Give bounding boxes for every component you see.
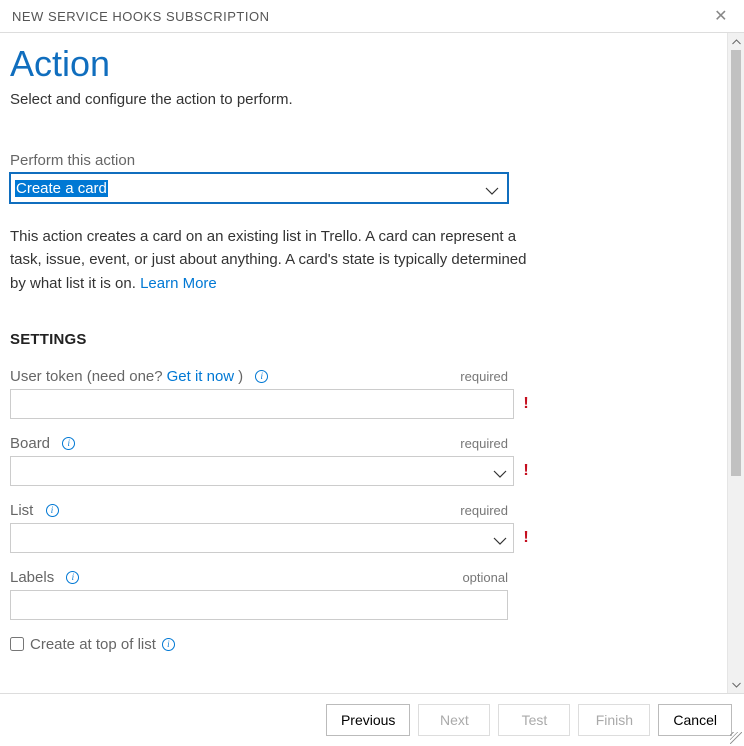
cancel-button[interactable]: Cancel [658,704,732,736]
labels-label: Labels [10,569,54,586]
page-title: Action [10,43,717,85]
action-label: Perform this action [10,152,135,169]
finish-button[interactable]: Finish [578,704,650,736]
chevron-down-icon [493,533,507,543]
info-icon[interactable]: i [66,571,79,584]
board-label: Board [10,435,50,452]
error-icon: ! [520,395,532,413]
user-token-label-pre: User token (need one? [10,368,163,385]
list-select[interactable] [10,523,514,553]
labels-input[interactable] [10,590,508,620]
dialog-footer: Previous Next Test Finish Cancel [0,693,744,746]
user-token-label-post: ) [238,368,243,385]
scroll-down-icon[interactable] [728,676,744,693]
get-token-link[interactable]: Get it now [167,368,235,385]
error-icon: ! [520,529,532,547]
scroll-up-icon[interactable] [728,33,744,50]
optional-badge: optional [462,570,508,585]
settings-header: SETTINGS [10,331,717,348]
learn-more-link[interactable]: Learn More [140,275,217,292]
action-select-value: Create a card [15,180,108,197]
user-token-input[interactable] [10,389,514,419]
chevron-down-icon [485,183,499,193]
scroll-thumb[interactable] [731,50,741,476]
scroll-track[interactable] [728,50,744,676]
board-select[interactable] [10,456,514,486]
info-icon[interactable]: i [255,370,268,383]
required-badge: required [460,503,508,518]
dialog-header: NEW SERVICE HOOKS SUBSCRIPTION ✕ [0,0,744,33]
close-icon[interactable]: ✕ [710,6,732,26]
dialog-title: NEW SERVICE HOOKS SUBSCRIPTION [12,9,269,24]
next-button[interactable]: Next [418,704,490,736]
page-subtitle: Select and configure the action to perfo… [10,91,717,108]
error-icon: ! [520,462,532,480]
info-icon[interactable]: i [62,437,75,450]
previous-button[interactable]: Previous [326,704,410,736]
dialog-content: Action Select and configure the action t… [0,33,727,693]
create-top-label: Create at top of list [30,636,156,653]
action-description: This action creates a card on an existin… [10,225,530,295]
info-icon[interactable]: i [162,638,175,651]
scrollbar[interactable] [727,33,744,693]
test-button[interactable]: Test [498,704,570,736]
required-badge: required [460,369,508,384]
chevron-down-icon [493,466,507,476]
info-icon[interactable]: i [46,504,59,517]
create-top-checkbox[interactable] [10,637,24,651]
list-label: List [10,502,33,519]
required-badge: required [460,436,508,451]
action-select[interactable]: Create a card [10,173,508,203]
